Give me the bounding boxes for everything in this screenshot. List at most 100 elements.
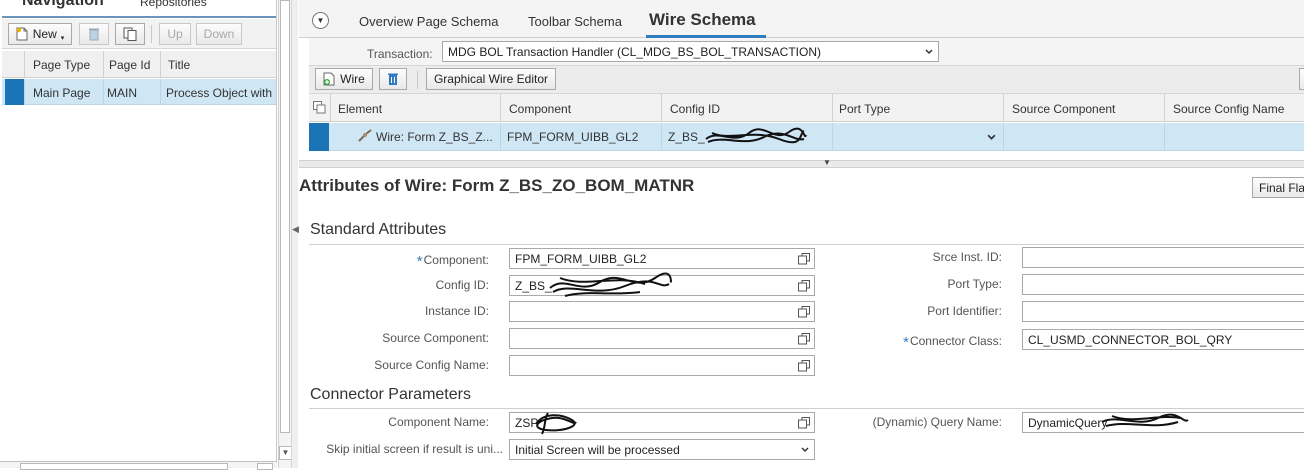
copy-icon [123,27,137,41]
horizontal-splitter[interactable]: ▼ [299,158,1304,168]
open-field-icon[interactable] [798,333,810,345]
tab-overview-page-schema[interactable]: Overview Page Schema [359,14,498,29]
redaction-scribble [705,127,807,144]
port-identifier-label: Port Identifier: [927,304,1002,318]
wire-icon [357,129,373,146]
chevron-down-icon [801,447,809,453]
connector-class-label: *Connector Class: [903,334,1002,351]
source-component-field[interactable] [509,328,815,349]
instance-id-label: Instance ID: [424,304,489,318]
standard-attributes-title: Standard Attributes [310,221,447,238]
query-name-field[interactable]: DynamicQuery [1022,412,1304,433]
column-source-config-name[interactable]: Source Config Name [1173,102,1284,116]
cell-component: FPM_FORM_UIBB_GL2 [507,130,639,144]
column-source-component[interactable]: Source Component [1012,102,1115,116]
source-component-label: Source Component: [382,331,489,345]
instance-id-field[interactable] [509,301,815,322]
menu-circle-icon[interactable]: ▼ [312,12,329,29]
column-page-id[interactable]: Page Id [109,58,150,72]
transaction-select[interactable]: MDG BOL Transaction Handler (CL_MDG_BS_B… [442,41,939,62]
row-selector[interactable] [5,79,24,105]
final-flag-button[interactable]: Final Fla [1252,177,1304,198]
skip-initial-screen-value: Initial Screen will be processed [515,443,680,457]
row-selector[interactable] [309,123,329,151]
delete-icon [88,27,100,41]
config-id-field[interactable]: Z_BS_ [509,275,815,296]
open-field-icon[interactable] [798,306,810,318]
cell-config-id: Z_BS_ [668,130,705,144]
cell-element: Wire: Form Z_BS_Z... [376,130,493,144]
table-row[interactable]: Main Page MAIN Process Object with [2,79,276,105]
cell-page-type: Main Page [33,86,91,100]
source-config-name-field[interactable] [509,355,815,376]
up-button[interactable]: Up [159,23,191,45]
chevron-down-icon[interactable] [987,133,996,142]
component-name-field[interactable]: ZSP [509,412,815,433]
horizontal-scrollbar[interactable] [0,461,277,470]
column-title[interactable]: Title [168,58,190,72]
graphical-wire-editor-button[interactable]: Graphical Wire Editor [426,68,556,90]
delete-wire-button[interactable] [379,68,407,90]
delete-button[interactable] [79,23,109,45]
connector-class-field[interactable]: CL_USMD_CONNECTOR_BOL_QRY [1022,329,1304,350]
column-config-id[interactable]: Config ID [670,102,720,116]
vertical-scrollbar[interactable]: ▼ [278,0,292,468]
wire-icon [323,72,336,86]
new-page-icon [16,27,29,41]
collapse-left-icon[interactable]: ◀ [292,224,299,235]
source-config-name-label: Source Config Name: [374,358,489,372]
cell-page-id: MAIN [107,86,137,100]
transaction-row: Transaction: MDG BOL Transaction Handler… [309,38,1304,65]
column-component[interactable]: Component [509,102,571,116]
tab-repositories[interactable]: Repositories [140,0,207,9]
wire-table-header: Element Component Config ID Port Type So… [309,93,1304,122]
open-field-icon[interactable] [798,280,810,292]
new-button[interactable]: New ▾ [8,23,72,45]
scrollbar-thumb[interactable] [280,0,290,433]
scrollbar-thumb[interactable] [20,463,228,470]
config-id-value: Z_BS_ [515,279,552,293]
navigation-table-header: Page Type Page Id Title [2,51,276,78]
panel-splitter[interactable]: ◀ [291,0,299,468]
port-identifier-field[interactable] [1022,301,1304,322]
overflow-button[interactable] [1299,68,1304,90]
wire-toolbar: Wire Graphical Wire Editor [309,65,1304,93]
required-marker: * [416,253,423,270]
column-port-type[interactable]: Port Type [839,102,890,116]
chevron-down-icon [925,49,933,55]
component-field[interactable]: FPM_FORM_UIBB_GL2 [509,248,815,269]
open-field-icon[interactable] [798,253,810,265]
port-type-field[interactable] [1022,274,1304,295]
query-name-label: (Dynamic) Query Name: [872,415,1002,429]
open-field-icon[interactable] [798,360,810,372]
column-page-type[interactable]: Page Type [33,58,90,72]
query-name-value: DynamicQuery [1028,416,1108,430]
component-value: FPM_FORM_UIBB_GL2 [515,252,647,266]
skip-initial-screen-select[interactable]: Initial Screen will be processed [509,439,815,460]
required-marker: * [903,334,909,351]
tab-wire-schema[interactable]: Wire Schema [649,10,756,30]
wire-button-label: Wire [340,72,365,86]
navigation-toolbar: New ▾ Up Down [2,19,276,49]
select-all-icon[interactable] [313,101,326,117]
scrollbar-end[interactable] [257,463,273,470]
tab-toolbar-schema[interactable]: Toolbar Schema [528,14,622,29]
dropdown-arrow-icon: ▾ [60,35,65,42]
copy-button[interactable] [115,23,145,45]
navigation-title: Navigation [22,0,104,9]
skip-initial-screen-label: Skip initial screen if result is uni... [326,442,503,456]
add-wire-button[interactable]: Wire [315,68,373,90]
schema-tabs: ▼ Overview Page Schema Toolbar Schema Wi… [299,0,1304,38]
config-id-label: Config ID: [435,278,489,292]
column-element[interactable]: Element [338,102,382,116]
table-row[interactable]: Wire: Form Z_BS_Z... FPM_FORM_UIBB_GL2 Z… [309,123,1304,151]
trash-icon [387,72,399,86]
connector-parameters-title: Connector Parameters [310,386,471,403]
component-name-label: Component Name: [388,415,489,429]
collapse-down-icon[interactable]: ▼ [823,158,831,167]
down-button[interactable]: Down [196,23,242,45]
open-field-icon[interactable] [798,417,810,429]
port-type-label: Port Type: [947,277,1002,291]
connector-class-value: CL_USMD_CONNECTOR_BOL_QRY [1028,333,1233,347]
srce-inst-id-field[interactable] [1022,247,1304,268]
